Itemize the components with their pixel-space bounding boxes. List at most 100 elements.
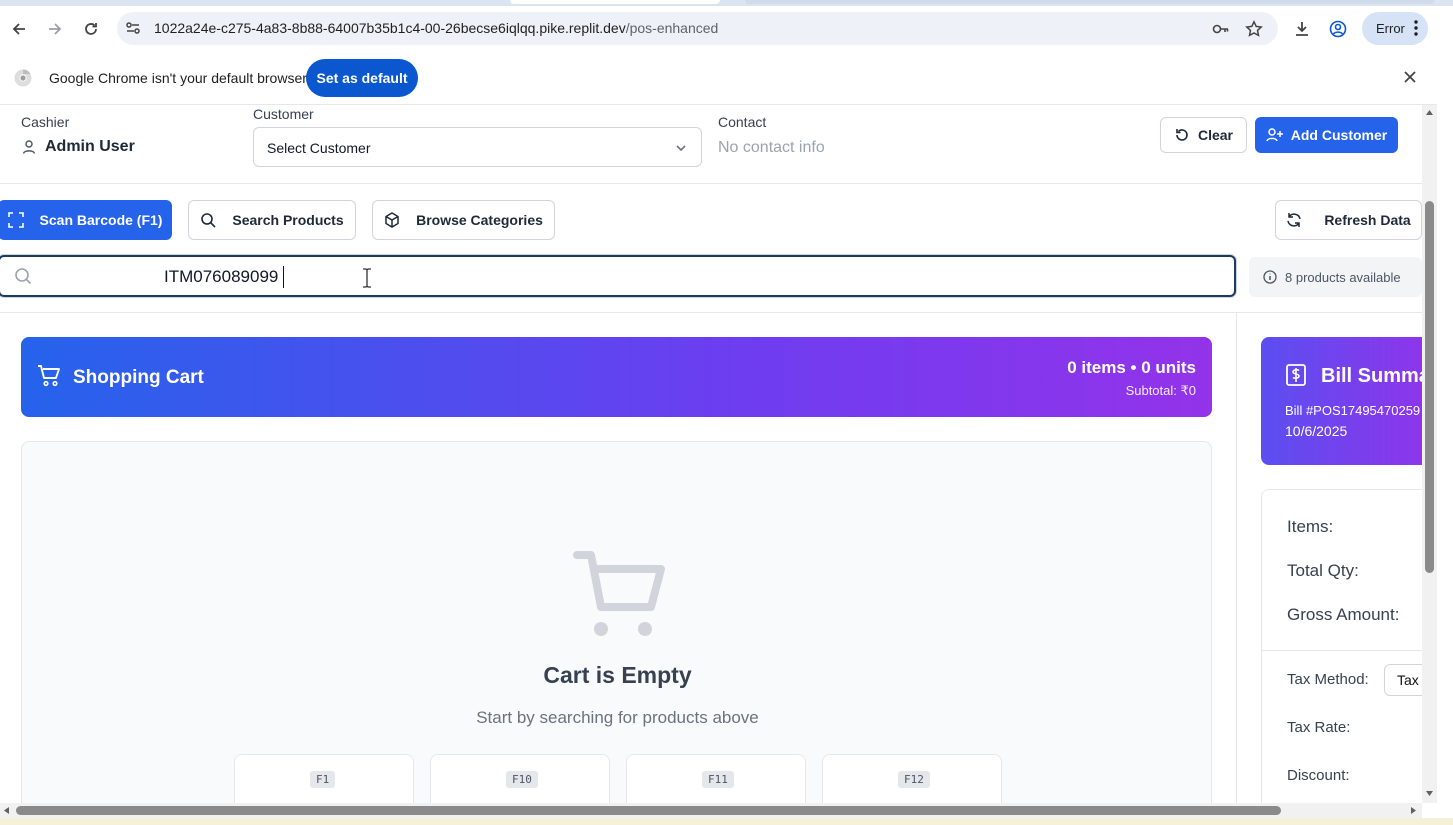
tax-method-select[interactable]: Tax I: [1384, 664, 1422, 696]
column-divider: [1236, 312, 1237, 803]
arrow-left-icon: [12, 23, 25, 35]
profile-error-chip[interactable]: Error: [1362, 12, 1428, 45]
bill-number: Bill #POS17495470259: [1285, 403, 1421, 418]
add-customer-button[interactable]: Add Customer: [1255, 117, 1398, 153]
header-divider: [0, 183, 1422, 184]
profile-icon[interactable]: [1329, 20, 1347, 38]
customer-select[interactable]: Select Customer: [253, 127, 702, 167]
shortcut-card[interactable]: F11: [626, 754, 806, 803]
profile-error-label: Error: [1376, 21, 1405, 36]
rotate-ccw-icon: [1176, 129, 1188, 141]
tax-method-label: Tax Method:: [1287, 671, 1369, 688]
products-available-text: 8 products available: [1285, 269, 1401, 285]
total-qty-label: Total Qty:: [1287, 561, 1359, 580]
add-customer-label: Add Customer: [1290, 127, 1388, 143]
text-cursor-icon: [363, 268, 371, 288]
barcode-search-input[interactable]: ITM076089099: [0, 255, 1236, 297]
shortcut-card[interactable]: F12: [822, 754, 1002, 803]
shortcut-card[interactable]: F1: [234, 754, 414, 803]
site-settings-icon[interactable]: [125, 20, 141, 36]
bill-summary-title: Bill Summa: [1321, 365, 1422, 387]
bookmark-star-icon[interactable]: [1245, 20, 1263, 38]
chrome-logo-icon: [14, 69, 32, 87]
taskbar-edge: [0, 818, 1453, 825]
scan-barcode-label: Scan Barcode (F1): [39, 212, 163, 228]
shortcut-key: F10: [506, 771, 538, 788]
shortcut-card[interactable]: F10: [430, 754, 610, 803]
search-products-label: Search Products: [232, 212, 344, 228]
cart-counts: 0 items • 0 units: [1067, 358, 1196, 377]
discount-label: Discount:: [1287, 767, 1350, 784]
scroll-up-icon[interactable]: [1425, 109, 1434, 116]
scan-icon: [7, 212, 24, 228]
tab-fragment[interactable]: [745, 0, 1435, 4]
shopping-cart-header: Shopping Cart 0 items • 0 units Subtotal…: [21, 337, 1212, 417]
bill-summary-body: Items: Total Qty: Gross Amount: Tax Meth…: [1261, 489, 1422, 803]
shopping-cart-icon: [38, 365, 60, 387]
download-icon[interactable]: [1293, 20, 1311, 38]
horizontal-scrollbar[interactable]: [0, 803, 1422, 818]
clear-label: Clear: [1197, 127, 1234, 143]
contact-value: No contact info: [718, 139, 825, 156]
reload-button[interactable]: [78, 16, 104, 42]
package-icon: [385, 212, 399, 228]
items-label: Items:: [1287, 517, 1334, 536]
scroll-right-icon[interactable]: [1410, 806, 1417, 815]
info-icon: [1263, 270, 1277, 284]
url-text[interactable]: 1022a24e-c275-4a83-8b88-64007b35b1c4-00-…: [154, 20, 718, 36]
vertical-scroll-thumb[interactable]: [1425, 201, 1434, 573]
cart-subtotal: Subtotal: ₹0: [1125, 383, 1196, 398]
text-caret: [283, 266, 284, 288]
cashier-name: Admin User: [45, 138, 135, 155]
shortcut-key: F11: [702, 771, 734, 788]
bill-date: 10/6/2025: [1285, 423, 1348, 439]
contact-label: Contact: [718, 114, 767, 130]
reload-icon: [85, 23, 97, 35]
infobar-message: Google Chrome isn't your default browser: [49, 70, 307, 86]
search-icon: [15, 268, 32, 285]
back-button[interactable]: [6, 16, 32, 42]
password-key-icon[interactable]: [1212, 20, 1230, 38]
products-available-badge: 8 products available: [1249, 257, 1422, 297]
search-icon: [201, 213, 216, 228]
scroll-left-icon[interactable]: [3, 806, 10, 815]
search-input-value: ITM076089099: [164, 267, 279, 286]
default-browser-infobar: Google Chrome isn't your default browser…: [0, 51, 1437, 105]
cart-empty-state: Cart is Empty Start by searching for pro…: [21, 441, 1212, 803]
arrow-right-icon: [49, 23, 62, 35]
refresh-data-button[interactable]: Refresh Data: [1275, 200, 1422, 240]
scroll-down-icon[interactable]: [1425, 790, 1434, 797]
tax-rate-label: Tax Rate:: [1287, 719, 1351, 736]
active-tab-fragment[interactable]: [510, 0, 720, 4]
user-plus-icon: [1266, 128, 1283, 142]
chevron-down-icon: [676, 145, 686, 152]
gross-amount-label: Gross Amount:: [1287, 605, 1400, 624]
more-vertical-icon[interactable]: [1414, 20, 1418, 36]
shortcut-key: F12: [898, 771, 930, 788]
set-as-default-button[interactable]: Set as default: [306, 59, 418, 97]
scan-barcode-button[interactable]: Scan Barcode (F1): [0, 200, 172, 240]
pos-page: Cashier Admin User Customer Select Custo…: [0, 105, 1422, 803]
shortcut-key: F1: [310, 771, 336, 788]
cart-title: Shopping Cart: [73, 367, 204, 388]
customer-select-value: Select Customer: [267, 140, 371, 156]
close-icon[interactable]: [1402, 69, 1418, 85]
refresh-data-label: Refresh Data: [1324, 212, 1411, 228]
bill-divider: [1262, 650, 1422, 651]
browse-categories-label: Browse Categories: [416, 212, 543, 228]
empty-cart-icon: [573, 551, 665, 636]
address-bar[interactable]: 1022a24e-c275-4a83-8b88-64007b35b1c4-00-…: [117, 12, 1278, 45]
horizontal-scroll-thumb[interactable]: [16, 806, 1281, 815]
forward-button[interactable]: [42, 16, 68, 42]
refresh-icon: [1287, 213, 1302, 227]
clear-button[interactable]: Clear: [1160, 117, 1247, 153]
user-icon: [22, 140, 36, 154]
empty-cart-subtitle: Start by searching for products above: [476, 708, 759, 727]
search-products-button[interactable]: Search Products: [188, 200, 356, 240]
browse-categories-button[interactable]: Browse Categories: [372, 200, 555, 240]
cashier-label: Cashier: [21, 114, 70, 130]
receipt-icon: [1286, 364, 1306, 386]
vertical-scrollbar[interactable]: [1422, 105, 1437, 803]
section-divider: [0, 312, 1422, 313]
bill-summary-header: Bill Summa Bill #POS17495470259 10/6/202…: [1261, 337, 1422, 465]
